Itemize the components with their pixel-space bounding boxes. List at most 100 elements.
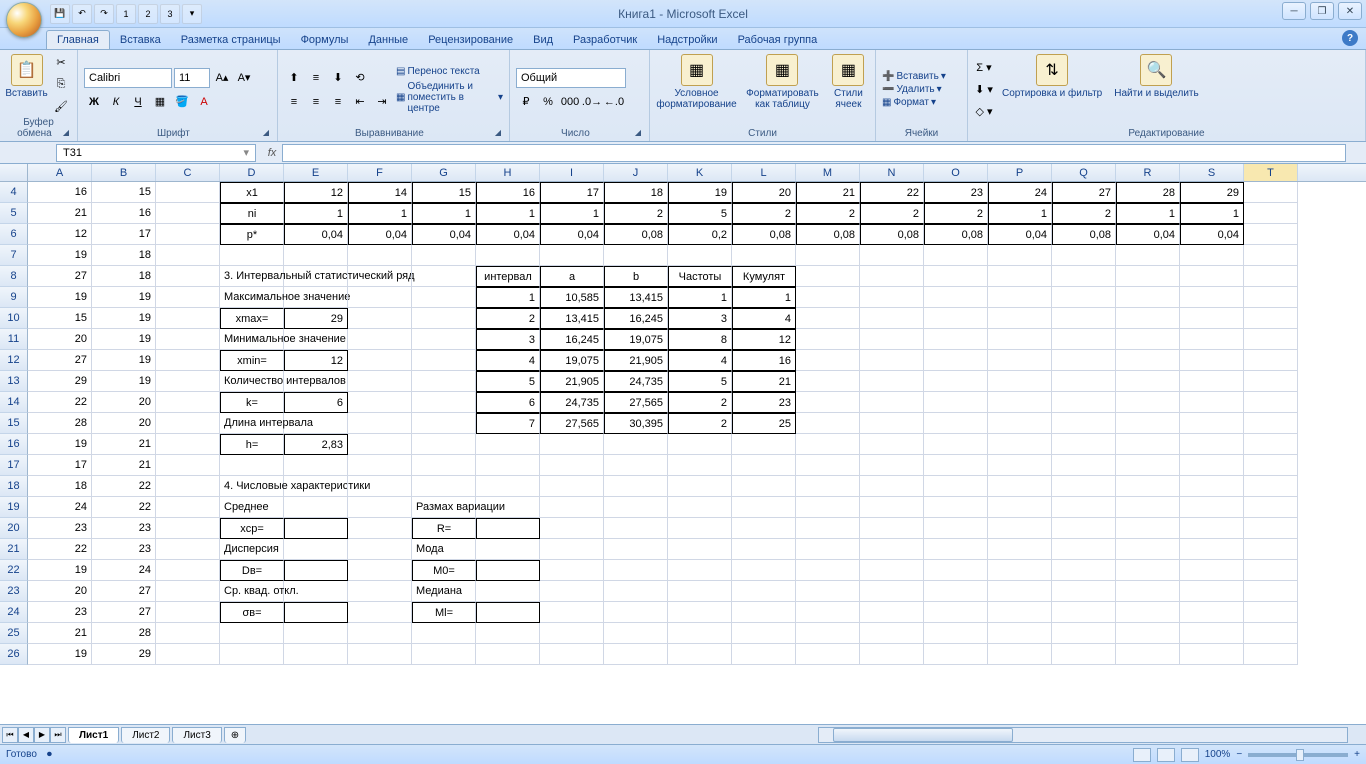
cell-S17[interactable] [1180, 455, 1244, 476]
cell-C9[interactable] [156, 287, 220, 308]
page-break-view-icon[interactable] [1181, 748, 1199, 762]
cell-F12[interactable] [348, 350, 412, 371]
cell-E21[interactable] [284, 539, 348, 560]
wrap-text-button[interactable]: ▤Перенос текста [396, 66, 503, 77]
cell-C20[interactable] [156, 518, 220, 539]
cell-T9[interactable] [1244, 287, 1298, 308]
tab-developer[interactable]: Разработчик [563, 31, 647, 49]
shrink-font-icon[interactable]: A▾ [234, 68, 254, 88]
cell-A13[interactable]: 29 [28, 371, 92, 392]
cell-Q13[interactable] [1052, 371, 1116, 392]
format-cells-button[interactable]: ▦Формат ▾ [882, 97, 946, 108]
cell-J23[interactable] [604, 581, 668, 602]
col-header-L[interactable]: L [732, 164, 796, 181]
cell-G15[interactable] [412, 413, 476, 434]
cell-D5[interactable]: ni [220, 203, 284, 224]
cell-A15[interactable]: 28 [28, 413, 92, 434]
cell-M15[interactable] [796, 413, 860, 434]
font-name-select[interactable] [84, 68, 172, 88]
cell-D6[interactable]: p* [220, 224, 284, 245]
col-header-B[interactable]: B [92, 164, 156, 181]
cell-O15[interactable] [924, 413, 988, 434]
cell-K5[interactable]: 5 [668, 203, 732, 224]
cell-G8[interactable] [412, 266, 476, 287]
cell-R24[interactable] [1116, 602, 1180, 623]
qat-btn-1[interactable]: 1 [116, 4, 136, 24]
cell-G24[interactable]: Ml= [412, 602, 476, 623]
row-header-22[interactable]: 22 [0, 560, 28, 581]
paste-button[interactable]: 📋 Вставить [6, 52, 47, 101]
cell-F9[interactable] [348, 287, 412, 308]
cell-Q12[interactable] [1052, 350, 1116, 371]
cell-N22[interactable] [860, 560, 924, 581]
cell-K24[interactable] [668, 602, 732, 623]
cell-S8[interactable] [1180, 266, 1244, 287]
col-header-G[interactable]: G [412, 164, 476, 181]
cell-N12[interactable] [860, 350, 924, 371]
macro-record-icon[interactable]: ⏺ [47, 749, 52, 760]
cell-D16[interactable]: h= [220, 434, 284, 455]
cell-E17[interactable] [284, 455, 348, 476]
cell-A24[interactable]: 23 [28, 602, 92, 623]
qat-redo-icon[interactable]: ↷ [94, 4, 114, 24]
cell-O26[interactable] [924, 644, 988, 665]
cell-J10[interactable]: 16,245 [604, 308, 668, 329]
cell-F21[interactable] [348, 539, 412, 560]
align-bottom-icon[interactable]: ⬇ [328, 68, 348, 88]
cell-M13[interactable] [796, 371, 860, 392]
cell-L15[interactable]: 25 [732, 413, 796, 434]
align-middle-icon[interactable]: ≡ [306, 68, 326, 88]
cell-K21[interactable] [668, 539, 732, 560]
format-painter-icon[interactable]: 🖌 [51, 96, 71, 116]
cell-N11[interactable] [860, 329, 924, 350]
office-button[interactable] [6, 2, 42, 38]
cell-T12[interactable] [1244, 350, 1298, 371]
qat-undo-icon[interactable]: ↶ [72, 4, 92, 24]
cell-I8[interactable]: a [540, 266, 604, 287]
cell-G19[interactable]: Размах вариации [412, 497, 476, 518]
cell-K6[interactable]: 0,2 [668, 224, 732, 245]
cell-S26[interactable] [1180, 644, 1244, 665]
cell-G13[interactable] [412, 371, 476, 392]
cell-H25[interactable] [476, 623, 540, 644]
cell-R20[interactable] [1116, 518, 1180, 539]
cell-T8[interactable] [1244, 266, 1298, 287]
row-header-16[interactable]: 16 [0, 434, 28, 455]
conditional-formatting-button[interactable]: ▦ Условное форматирование [656, 52, 737, 112]
fill-icon[interactable]: ⬇ ▾ [974, 80, 994, 100]
cell-G4[interactable]: 15 [412, 182, 476, 203]
cell-T24[interactable] [1244, 602, 1298, 623]
cell-T18[interactable] [1244, 476, 1298, 497]
cell-C16[interactable] [156, 434, 220, 455]
cell-K22[interactable] [668, 560, 732, 581]
cell-M14[interactable] [796, 392, 860, 413]
qat-dropdown-icon[interactable]: ▾ [182, 4, 202, 24]
name-box[interactable]: T31▾ [56, 144, 256, 162]
cell-F10[interactable] [348, 308, 412, 329]
cell-G20[interactable]: R= [412, 518, 476, 539]
cell-F4[interactable]: 14 [348, 182, 412, 203]
cell-F16[interactable] [348, 434, 412, 455]
increase-decimal-icon[interactable]: .0→ [582, 92, 602, 112]
cell-G25[interactable] [412, 623, 476, 644]
cell-P22[interactable] [988, 560, 1052, 581]
cell-H4[interactable]: 16 [476, 182, 540, 203]
cell-J17[interactable] [604, 455, 668, 476]
cell-P9[interactable] [988, 287, 1052, 308]
row-header-13[interactable]: 13 [0, 371, 28, 392]
cell-I5[interactable]: 1 [540, 203, 604, 224]
cell-B12[interactable]: 19 [92, 350, 156, 371]
cell-L24[interactable] [732, 602, 796, 623]
cell-N6[interactable]: 0,08 [860, 224, 924, 245]
cell-S14[interactable] [1180, 392, 1244, 413]
cell-K15[interactable]: 2 [668, 413, 732, 434]
cell-F24[interactable] [348, 602, 412, 623]
cell-C10[interactable] [156, 308, 220, 329]
format-as-table-button[interactable]: ▦ Форматировать как таблицу [741, 52, 824, 112]
cell-Q17[interactable] [1052, 455, 1116, 476]
cell-P26[interactable] [988, 644, 1052, 665]
cell-T17[interactable] [1244, 455, 1298, 476]
row-header-23[interactable]: 23 [0, 581, 28, 602]
cell-Q14[interactable] [1052, 392, 1116, 413]
cell-A22[interactable]: 19 [28, 560, 92, 581]
